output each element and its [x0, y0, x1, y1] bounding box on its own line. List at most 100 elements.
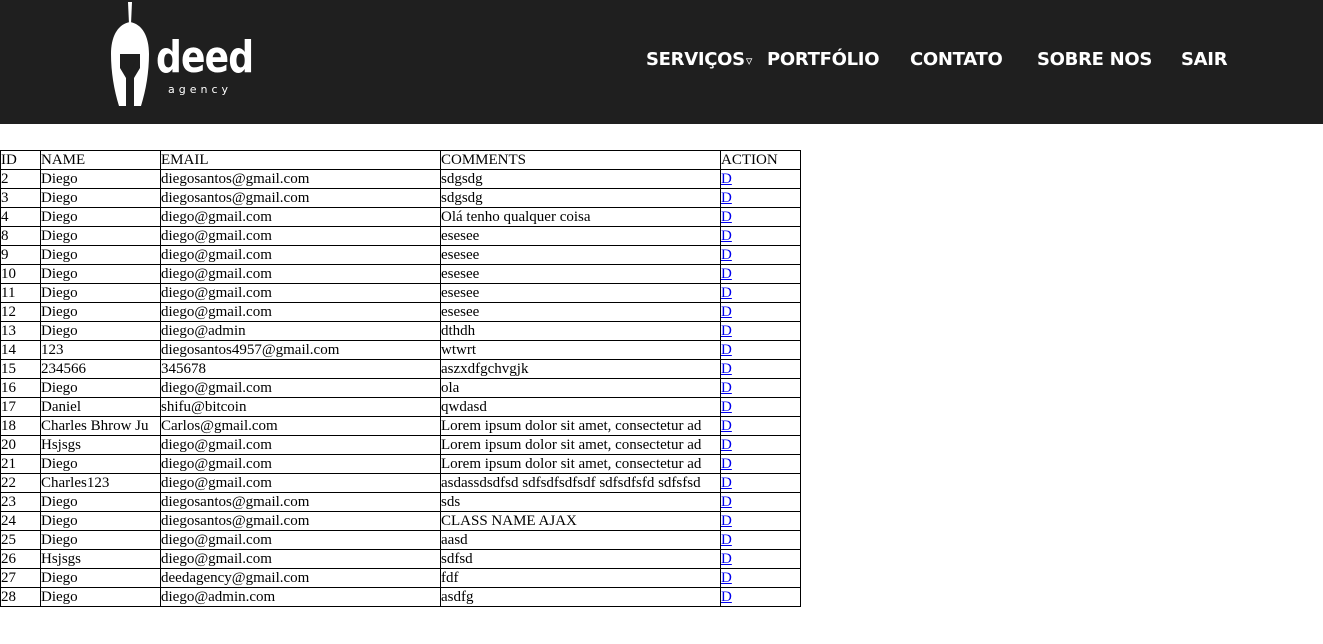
delete-link[interactable]: D — [722, 361, 732, 377]
cell-name: Diego — [40, 188, 161, 208]
cell-id: 27 — [0, 568, 41, 588]
cell-action: D — [720, 359, 801, 379]
delete-link[interactable]: D — [722, 494, 732, 510]
cell-id: 16 — [0, 378, 41, 398]
spartan-helmet-icon — [111, 2, 149, 106]
cell-id: 28 — [0, 587, 41, 607]
cell-id: 26 — [0, 549, 41, 569]
cell-email: diego@admin — [160, 321, 441, 341]
cell-name: Diego — [40, 321, 161, 341]
cell-id: 9 — [0, 245, 41, 265]
cell-action: D — [720, 302, 801, 322]
delete-link[interactable]: D — [722, 570, 732, 586]
delete-link[interactable]: D — [722, 247, 732, 263]
delete-link[interactable]: D — [722, 437, 732, 453]
cell-name: 234566 — [40, 359, 161, 379]
nav-item-sobre-nos[interactable]: SOBRE NOS — [1037, 48, 1152, 72]
cell-id: 4 — [0, 207, 41, 227]
cell-id: 21 — [0, 454, 41, 474]
cell-name: Diego — [40, 283, 161, 303]
cell-action: D — [720, 340, 801, 360]
delete-link[interactable]: D — [722, 589, 732, 605]
delete-link[interactable]: D — [722, 551, 732, 567]
cell-action: D — [720, 568, 801, 588]
cell-email: diego@gmail.com — [160, 302, 441, 322]
cell-name: Daniel — [40, 397, 161, 417]
cell-name: Charles Bhrow Ju — [40, 416, 161, 436]
brand-logo[interactable]: deed agency — [108, 2, 258, 108]
column-header-id: ID — [0, 150, 41, 170]
table-header-row: ID NAME EMAIL COMMENTS ACTION — [0, 150, 801, 170]
cell-comments: esesee — [440, 264, 721, 284]
delete-link[interactable]: D — [722, 475, 732, 491]
delete-link[interactable]: D — [722, 513, 732, 529]
cell-id: 22 — [0, 473, 41, 493]
cell-name: Charles123 — [40, 473, 161, 493]
cell-action: D — [720, 549, 801, 569]
cell-name: Diego — [40, 568, 161, 588]
site-header: deed agency SERVIÇOS▿ PORTFÓLIO CONTATO … — [0, 0, 1323, 124]
delete-link[interactable]: D — [722, 266, 732, 282]
delete-link[interactable]: D — [722, 342, 732, 358]
delete-link[interactable]: D — [722, 209, 732, 225]
delete-link[interactable]: D — [722, 418, 732, 434]
comments-table: ID NAME EMAIL COMMENTS ACTION 2 Diego dieg… — [0, 150, 801, 607]
cell-comments: sdfsd — [440, 549, 721, 569]
table-row: 10 Diego diego@gmail.com esesee D — [0, 264, 801, 284]
cell-action: D — [720, 245, 801, 265]
cell-email: diego@gmail.com — [160, 454, 441, 474]
delete-link[interactable]: D — [722, 323, 732, 339]
cell-email: diegosantos@gmail.com — [160, 492, 441, 512]
cell-email: diego@gmail.com — [160, 473, 441, 493]
column-header-comments: COMMENTS — [440, 150, 721, 170]
cell-name: Diego — [40, 511, 161, 531]
table-row: 27 Diego deedagency@gmail.com fdf D — [0, 568, 801, 588]
delete-link[interactable]: D — [722, 532, 732, 548]
nav-item-portfolio[interactable]: PORTFÓLIO — [767, 48, 880, 72]
delete-link[interactable]: D — [722, 285, 732, 301]
cell-id: 3 — [0, 188, 41, 208]
delete-link[interactable]: D — [722, 304, 732, 320]
delete-link[interactable]: D — [722, 171, 732, 187]
table-row: 8 Diego diego@gmail.com esesee D — [0, 226, 801, 246]
delete-link[interactable]: D — [722, 228, 732, 244]
cell-action: D — [720, 530, 801, 550]
cell-email: diego@gmail.com — [160, 283, 441, 303]
cell-email: deedagency@gmail.com — [160, 568, 441, 588]
cell-action: D — [720, 283, 801, 303]
cell-email: diego@gmail.com — [160, 226, 441, 246]
table-body: 2 Diego diegosantos@gmail.com sdgsdg D 3 Diego… — [0, 169, 801, 607]
table-row: 22 Charles123 diego@gmail.com asdassdsdfsd … — [0, 473, 801, 493]
delete-link[interactable]: D — [722, 399, 732, 415]
table-row: 25 Diego diego@gmail.com aasd D — [0, 530, 801, 550]
cell-id: 8 — [0, 226, 41, 246]
delete-link[interactable]: D — [722, 380, 732, 396]
delete-link[interactable]: D — [722, 190, 732, 206]
cell-comments: aszxdfgchvgjk — [440, 359, 721, 379]
cell-id: 2 — [0, 169, 41, 189]
cell-comments: esesee — [440, 302, 721, 322]
chevron-down-icon: ▿ — [745, 54, 753, 69]
cell-email: diegosantos@gmail.com — [160, 169, 441, 189]
nav-item-label: SERVIÇOS — [646, 49, 745, 70]
cell-comments: asdfg — [440, 587, 721, 607]
nav-item-contato[interactable]: CONTATO — [910, 48, 1003, 72]
cell-id: 18 — [0, 416, 41, 436]
nav-item-sair[interactable]: SAIR — [1181, 48, 1228, 72]
cell-email: diego@gmail.com — [160, 207, 441, 227]
cell-comments: Olá tenho qualquer coisa — [440, 207, 721, 227]
table-row: 17 Daniel shifu@bitcoin qwdasd D — [0, 397, 801, 417]
cell-name: Diego — [40, 530, 161, 550]
table-row: 18 Charles Bhrow Ju Carlos@gmail.com Lorem … — [0, 416, 801, 436]
cell-action: D — [720, 416, 801, 436]
delete-link[interactable]: D — [722, 456, 732, 472]
cell-id: 20 — [0, 435, 41, 455]
table-row: 28 Diego diego@admin.com asdfg D — [0, 587, 801, 607]
nav-item-servicos[interactable]: SERVIÇOS▿ — [646, 48, 752, 74]
table-row: 11 Diego diego@gmail.com esesee D — [0, 283, 801, 303]
cell-comments: wtwrt — [440, 340, 721, 360]
cell-email: diego@gmail.com — [160, 378, 441, 398]
cell-id: 12 — [0, 302, 41, 322]
cell-email: diego@gmail.com — [160, 530, 441, 550]
cell-comments: esesee — [440, 245, 721, 265]
